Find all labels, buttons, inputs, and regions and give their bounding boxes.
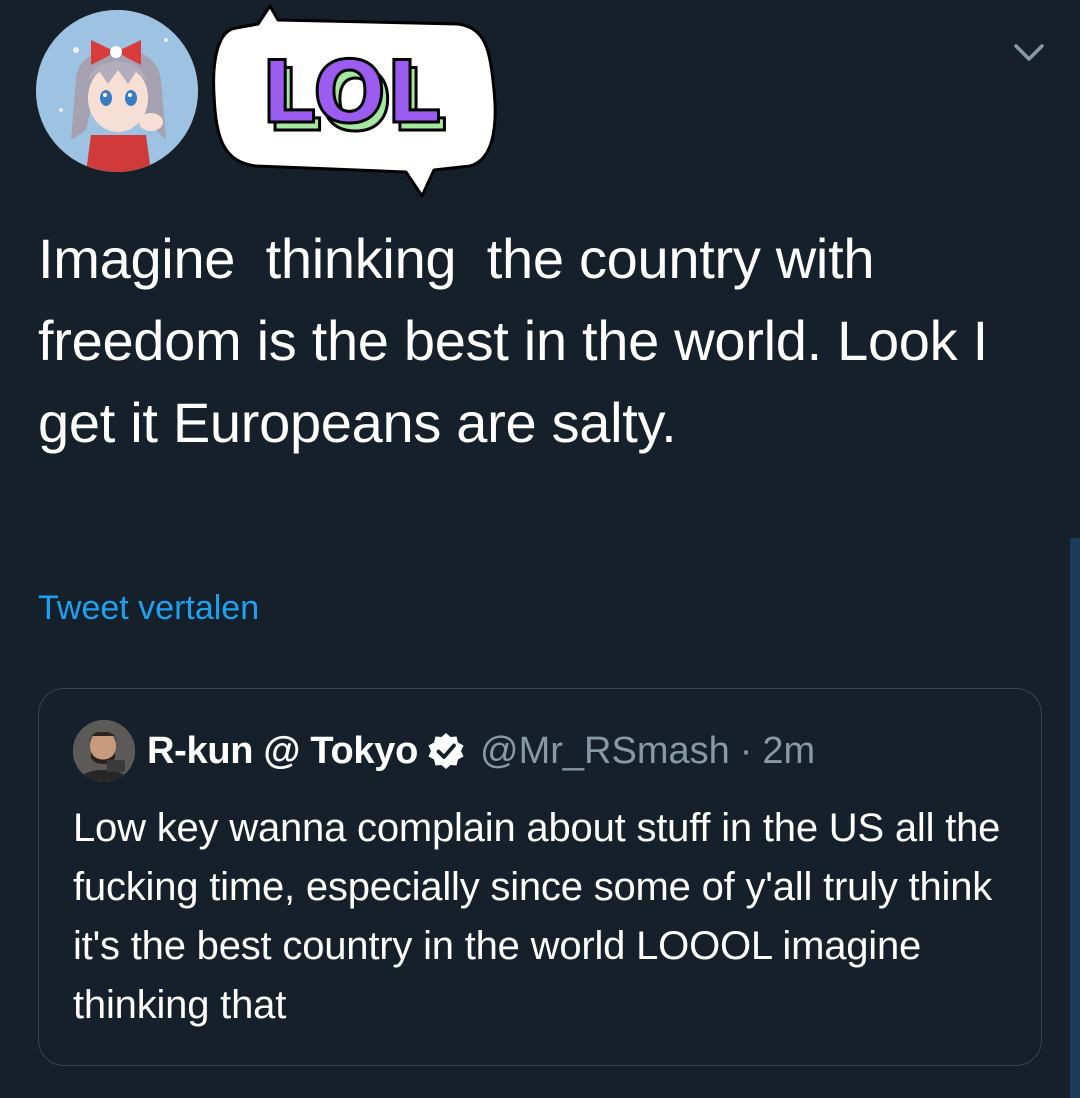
tweet-detail-view: LOL LOL Imagine thinking the country wit…	[0, 0, 1080, 1098]
quoted-author-name[interactable]: R-kun @ Tokyo	[147, 730, 418, 773]
anime-avatar-icon	[36, 10, 198, 172]
tweet-menu-button[interactable]	[1012, 36, 1046, 70]
header-separator: ·	[739, 729, 753, 772]
quoted-tweet-text: Low key wanna complain about stuff in th…	[73, 806, 1001, 1027]
lol-speech-bubble-icon: LOL LOL	[208, 0, 500, 200]
quoted-author-handle[interactable]: @Mr_RSmash	[480, 730, 730, 773]
author-avatar[interactable]	[36, 10, 198, 172]
quoted-tweet-timestamp[interactable]: 2m	[762, 730, 815, 773]
scrollbar[interactable]	[1070, 538, 1080, 1098]
tweet-text: Imagine thinking the country with freedo…	[38, 227, 1004, 454]
lol-sticker-text-front: LOL	[261, 43, 441, 143]
verified-badge-icon	[426, 731, 466, 771]
quoted-author-avatar[interactable]	[73, 720, 135, 782]
translate-tweet-link[interactable]: Tweet vertalen	[38, 586, 259, 630]
user-avatar-icon	[73, 720, 135, 782]
chevron-down-icon	[1014, 44, 1044, 61]
quoted-tweet-card[interactable]: R-kun @ Tokyo @Mr_RSmash · 2m Low key wa…	[38, 688, 1042, 1066]
quoted-tweet-header: R-kun @ Tokyo @Mr_RSmash · 2m	[73, 719, 815, 783]
